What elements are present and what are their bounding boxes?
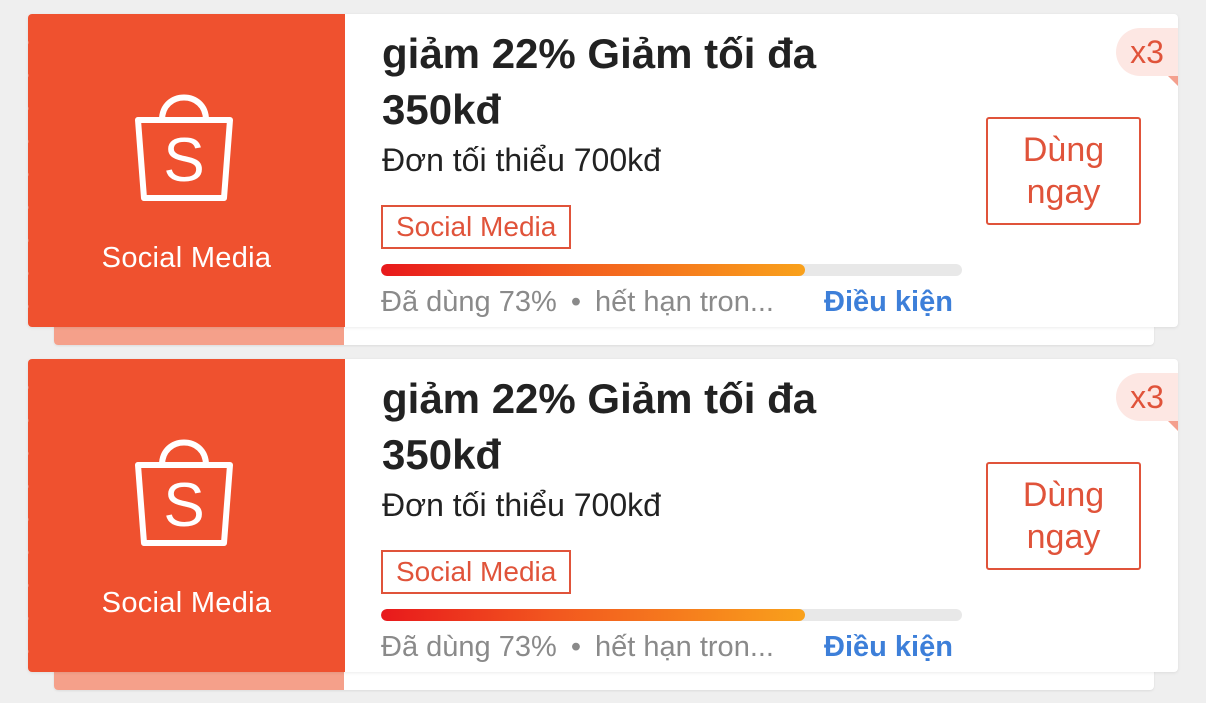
quantity-badge: x3 xyxy=(1116,28,1178,76)
used-percent-text: Đã dùng 73% xyxy=(381,286,557,318)
brand-label: Social Media xyxy=(101,242,272,274)
usage-progress-bar xyxy=(381,609,962,621)
used-percent-text: Đã dùng 73% xyxy=(381,631,557,663)
separator-dot: • xyxy=(570,631,581,663)
quantity-badge: x3 xyxy=(1116,373,1178,421)
quantity-badge-fold xyxy=(1168,421,1178,431)
expiry-text: hết hạn tron... xyxy=(595,286,774,318)
category-tag: Social Media xyxy=(381,550,572,594)
min-order-text: Đơn tối thiểu 700kđ xyxy=(382,487,661,523)
svg-text:S: S xyxy=(163,471,204,540)
separator-dot: • xyxy=(570,286,581,318)
usage-progress-fill xyxy=(381,264,806,276)
voucher-brand-panel: S Social Media xyxy=(28,14,345,327)
usage-progress-fill xyxy=(381,609,806,621)
shopping-bag-icon: S xyxy=(135,439,233,546)
voucher-card-body: S Social Media giảm 22% Giảm tối đa 350k… xyxy=(28,359,1178,672)
shopping-bag-icon: S xyxy=(135,94,233,201)
usage-line: Đã dùng 73% • hết hạn tron... xyxy=(381,631,774,664)
min-order-text: Đơn tối thiểu 700kđ xyxy=(382,142,661,178)
quantity-badge-fold xyxy=(1168,76,1178,86)
use-now-button[interactable]: Dùng ngay xyxy=(986,462,1141,570)
conditions-link[interactable]: Điều kiện xyxy=(824,286,953,319)
use-now-button[interactable]: Dùng ngay xyxy=(986,117,1141,225)
conditions-link[interactable]: Điều kiện xyxy=(824,631,953,664)
voucher-card-body: S Social Media giảm 22% Giảm tối đa 350k… xyxy=(28,14,1178,327)
voucher-title: giảm 22% Giảm tối đa 350kđ xyxy=(382,375,817,478)
usage-progress-bar xyxy=(381,264,962,276)
voucher-title: giảm 22% Giảm tối đa 350kđ xyxy=(382,30,817,133)
expiry-text: hết hạn tron... xyxy=(595,631,774,663)
usage-line: Đã dùng 73% • hết hạn tron... xyxy=(381,286,774,319)
svg-text:S: S xyxy=(163,126,204,195)
voucher-brand-panel: S Social Media xyxy=(28,359,345,672)
voucher-card[interactable]: S Social Media giảm 22% Giảm tối đa 350k… xyxy=(28,359,1178,690)
brand-label: Social Media xyxy=(101,587,272,619)
category-tag: Social Media xyxy=(381,205,572,249)
voucher-card[interactable]: S Social Media giảm 22% Giảm tối đa 350k… xyxy=(28,14,1178,345)
